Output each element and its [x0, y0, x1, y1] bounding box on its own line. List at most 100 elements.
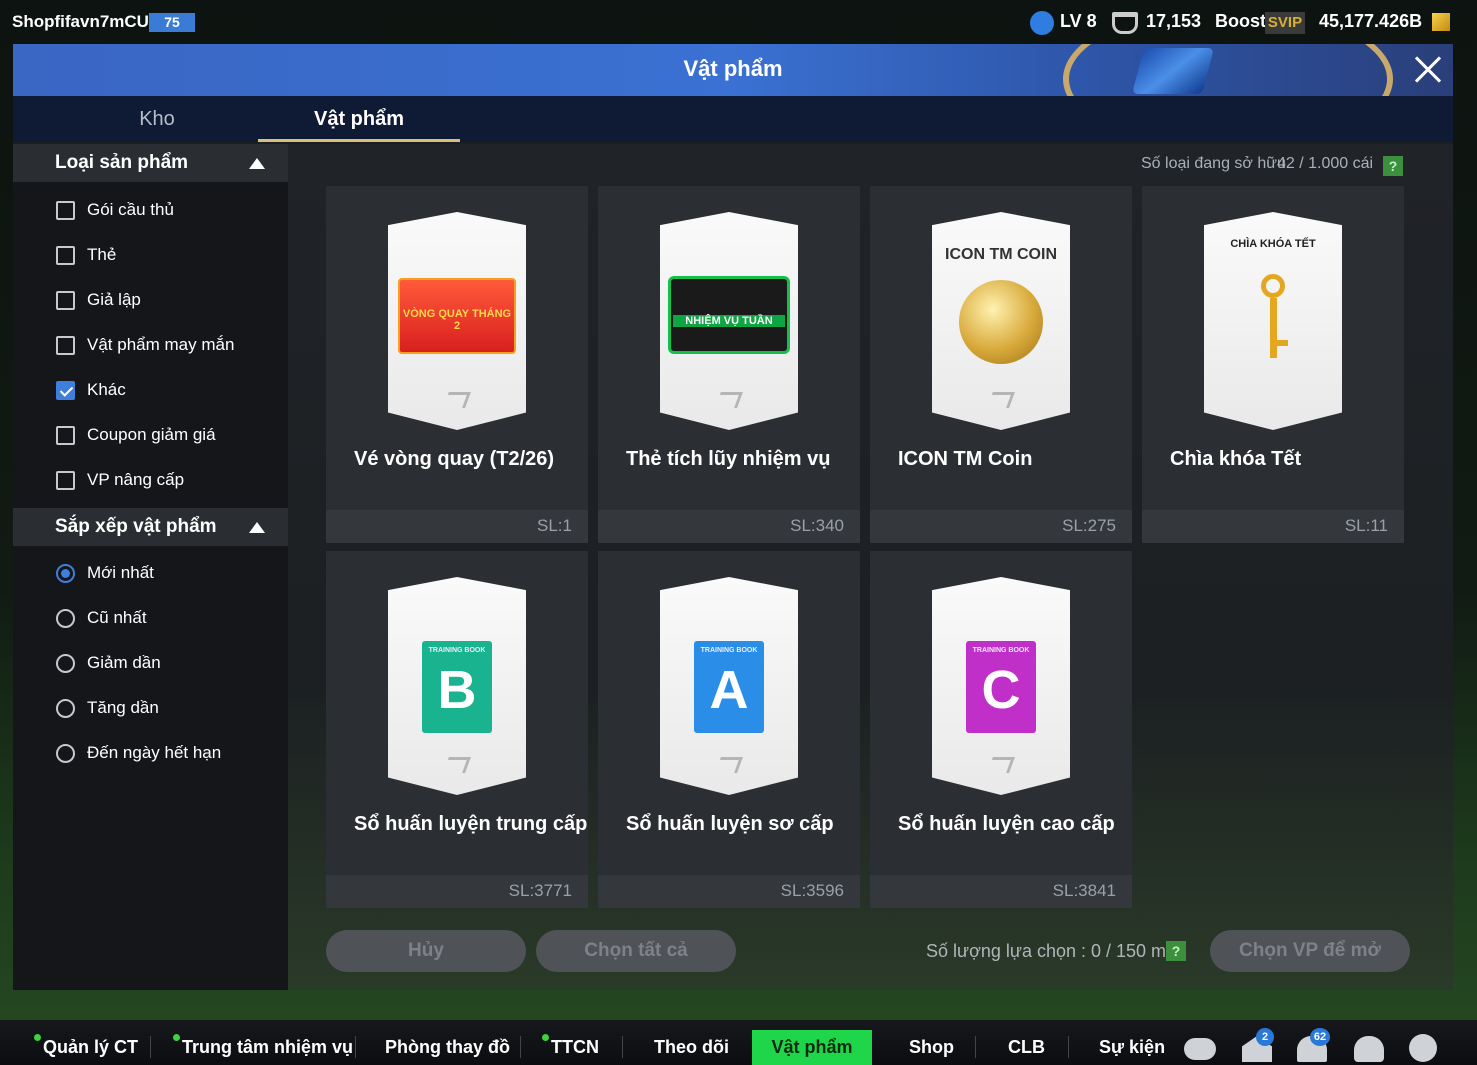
sort-section-title: Sắp xếp vật phẩm	[55, 516, 217, 537]
key-title: CHÌA KHÓA TẾT	[1230, 238, 1316, 250]
cancel-button[interactable]: Hủy	[326, 930, 526, 972]
option-label: Tăng dần	[87, 698, 159, 717]
nav-shop[interactable]: Shop	[909, 1037, 954, 1058]
nav-vat-pham-active[interactable]: Vật phẩm	[752, 1030, 872, 1065]
filter-option[interactable]: VP nâng cấp	[56, 466, 288, 496]
option-label: Giả lập	[87, 290, 141, 309]
mission-art: NHIỆM VỤ TUẦN	[668, 276, 790, 354]
level-label: LV 8	[1060, 11, 1097, 31]
nav-clb[interactable]: CLB	[1008, 1037, 1045, 1058]
items-window: Vật phẩm Kho Vật phẩm Loại sản phẩm Gói …	[13, 44, 1453, 990]
help-icon[interactable]: ?	[1383, 156, 1403, 176]
filter-option[interactable]: Giả lập	[56, 286, 288, 316]
sort-option[interactable]: Cũ nhất	[56, 604, 288, 634]
checkbox[interactable]	[56, 291, 75, 310]
radio-selected[interactable]	[56, 564, 75, 583]
notification-badge: 62	[1310, 1028, 1330, 1046]
filter-option[interactable]: Thẻ	[56, 241, 288, 271]
window-header: Vật phẩm	[13, 44, 1453, 96]
checkbox[interactable]	[56, 426, 75, 445]
item-name: Sổ huấn luyện cao cấp	[898, 813, 1115, 835]
radio[interactable]	[56, 699, 75, 718]
item-name: Vé vòng quay (T2/26)	[354, 448, 555, 470]
nav-ttcn[interactable]: TTCN	[551, 1037, 599, 1058]
item-quantity: SL:340	[790, 516, 844, 535]
option-label: Thẻ	[87, 245, 117, 264]
username: Shopfifavn7mCU	[12, 12, 149, 31]
item-art: TRAINING BOOK A	[660, 577, 798, 795]
nav-theo-doi[interactable]: Theo dõi	[654, 1037, 729, 1058]
sort-option[interactable]: Giảm dần	[56, 649, 288, 679]
option-label: Đến ngày hết hạn	[87, 743, 222, 762]
chat-icon[interactable]	[1184, 1038, 1216, 1060]
nav-su-kien[interactable]: Sự kiện	[1099, 1037, 1165, 1058]
svip-badge: SVIP	[1265, 12, 1305, 34]
gear-icon[interactable]	[1409, 1034, 1437, 1062]
item-art: ICON TM COIN	[932, 212, 1070, 430]
filter-option[interactable]: Coupon giảm giá	[56, 421, 288, 451]
radio[interactable]	[56, 654, 75, 673]
sort-option[interactable]: Mới nhất	[56, 559, 288, 589]
sort-option[interactable]: Đến ngày hết hạn	[56, 739, 288, 769]
book-header: TRAINING BOOK	[428, 647, 486, 654]
item-card[interactable]: CHÌA KHÓA TẾT Chìa khóa Tết SL:11	[1142, 186, 1404, 543]
close-icon[interactable]	[1408, 52, 1448, 88]
face-icon	[1030, 11, 1054, 35]
owned-value: 42 / 1.000 cái	[1277, 155, 1374, 172]
checkbox[interactable]	[56, 201, 75, 220]
item-card[interactable]: TRAINING BOOK C Sổ huấn luyện cao cấp SL…	[870, 551, 1132, 908]
option-label: VP nâng cấp	[87, 470, 185, 489]
tab-vat-pham[interactable]: Vật phẩm	[258, 96, 460, 142]
item-art: TRAINING BOOK B	[388, 577, 526, 795]
mail-badge: 2	[1256, 1028, 1274, 1046]
item-card[interactable]: NHIỆM VỤ TUẦN Thẻ tích lũy nhiệm vụ SL:3…	[598, 186, 860, 543]
checkbox[interactable]	[56, 471, 75, 490]
top-status-bar: Shopfifavn7mCU 75 LV 8 17,153 Boost SVIP…	[0, 0, 1477, 44]
sort-section-header[interactable]: Sắp xếp vật phẩm	[13, 508, 288, 546]
nav-phong-thay-do[interactable]: Phòng thay đồ	[385, 1037, 510, 1058]
item-card[interactable]: TRAINING BOOK B Sổ huấn luyện trung cấp …	[326, 551, 588, 908]
item-card[interactable]: VÒNG QUAY THÁNG 2 Vé vòng quay (T2/26) S…	[326, 186, 588, 543]
filter-option[interactable]: Gói cầu thủ	[56, 196, 288, 226]
training-book-icon: TRAINING BOOK A	[694, 641, 764, 733]
checkbox[interactable]	[56, 336, 75, 355]
coin-title: ICON TM COIN	[945, 246, 1057, 263]
select-all-button[interactable]: Chọn tất cả	[536, 930, 736, 972]
filter-option[interactable]: Vật phẩm may mắn	[56, 331, 288, 361]
radio[interactable]	[56, 609, 75, 628]
item-name: Sổ huấn luyện sơ cấp	[626, 813, 834, 835]
item-footer: SL:3841	[870, 875, 1132, 908]
currency-value: 45,177.426B	[1319, 11, 1423, 31]
nav-trung-tam-nhiem-vu[interactable]: Trung tâm nhiệm vụ	[182, 1037, 353, 1058]
radio[interactable]	[56, 744, 75, 763]
window-title: Vật phẩm	[683, 56, 783, 81]
nav-vat-pham[interactable]: Vật phẩm	[752, 1037, 872, 1058]
selection-count: Số lượng lựa chọn : 0 / 150 món	[926, 941, 1187, 961]
help-icon[interactable]: ?	[1166, 941, 1186, 961]
profile-icon[interactable]	[1354, 1036, 1384, 1062]
filter-option[interactable]: Khác	[56, 376, 288, 406]
item-quantity: SL:3771	[508, 881, 572, 900]
open-items-button[interactable]: Chọn VP để mở	[1210, 930, 1410, 972]
item-art: VÒNG QUAY THÁNG 2	[388, 212, 526, 430]
collapse-triangle-icon	[249, 158, 265, 169]
checkbox-checked[interactable]	[56, 381, 75, 400]
collapse-triangle-icon	[249, 522, 265, 533]
sort-option[interactable]: Tăng dần	[56, 694, 288, 724]
nav-quan-ly-ct[interactable]: Quản lý CT	[43, 1037, 138, 1058]
item-card[interactable]: TRAINING BOOK A Sổ huấn luyện sơ cấp SL:…	[598, 551, 860, 908]
book-letter: A	[709, 660, 749, 720]
book-header: TRAINING BOOK	[700, 647, 758, 654]
filter-section-header[interactable]: Loại sản phẩm	[13, 144, 288, 182]
user-badge: 75	[149, 13, 195, 32]
item-quantity: SL:3841	[1052, 881, 1116, 900]
new-dot	[542, 1034, 549, 1041]
owned-label: Số loại đang sở hữu	[1141, 155, 1286, 172]
item-name: Chìa khóa Tết	[1170, 448, 1302, 470]
item-footer: SL:3596	[598, 875, 860, 908]
item-card[interactable]: ICON TM COIN ICON TM Coin SL:275	[870, 186, 1132, 543]
voucher-text: VÒNG QUAY THÁNG 2	[402, 308, 512, 332]
item-art: NHIỆM VỤ TUẦN	[660, 212, 798, 430]
checkbox[interactable]	[56, 246, 75, 265]
fc-logo-icon	[443, 757, 471, 773]
